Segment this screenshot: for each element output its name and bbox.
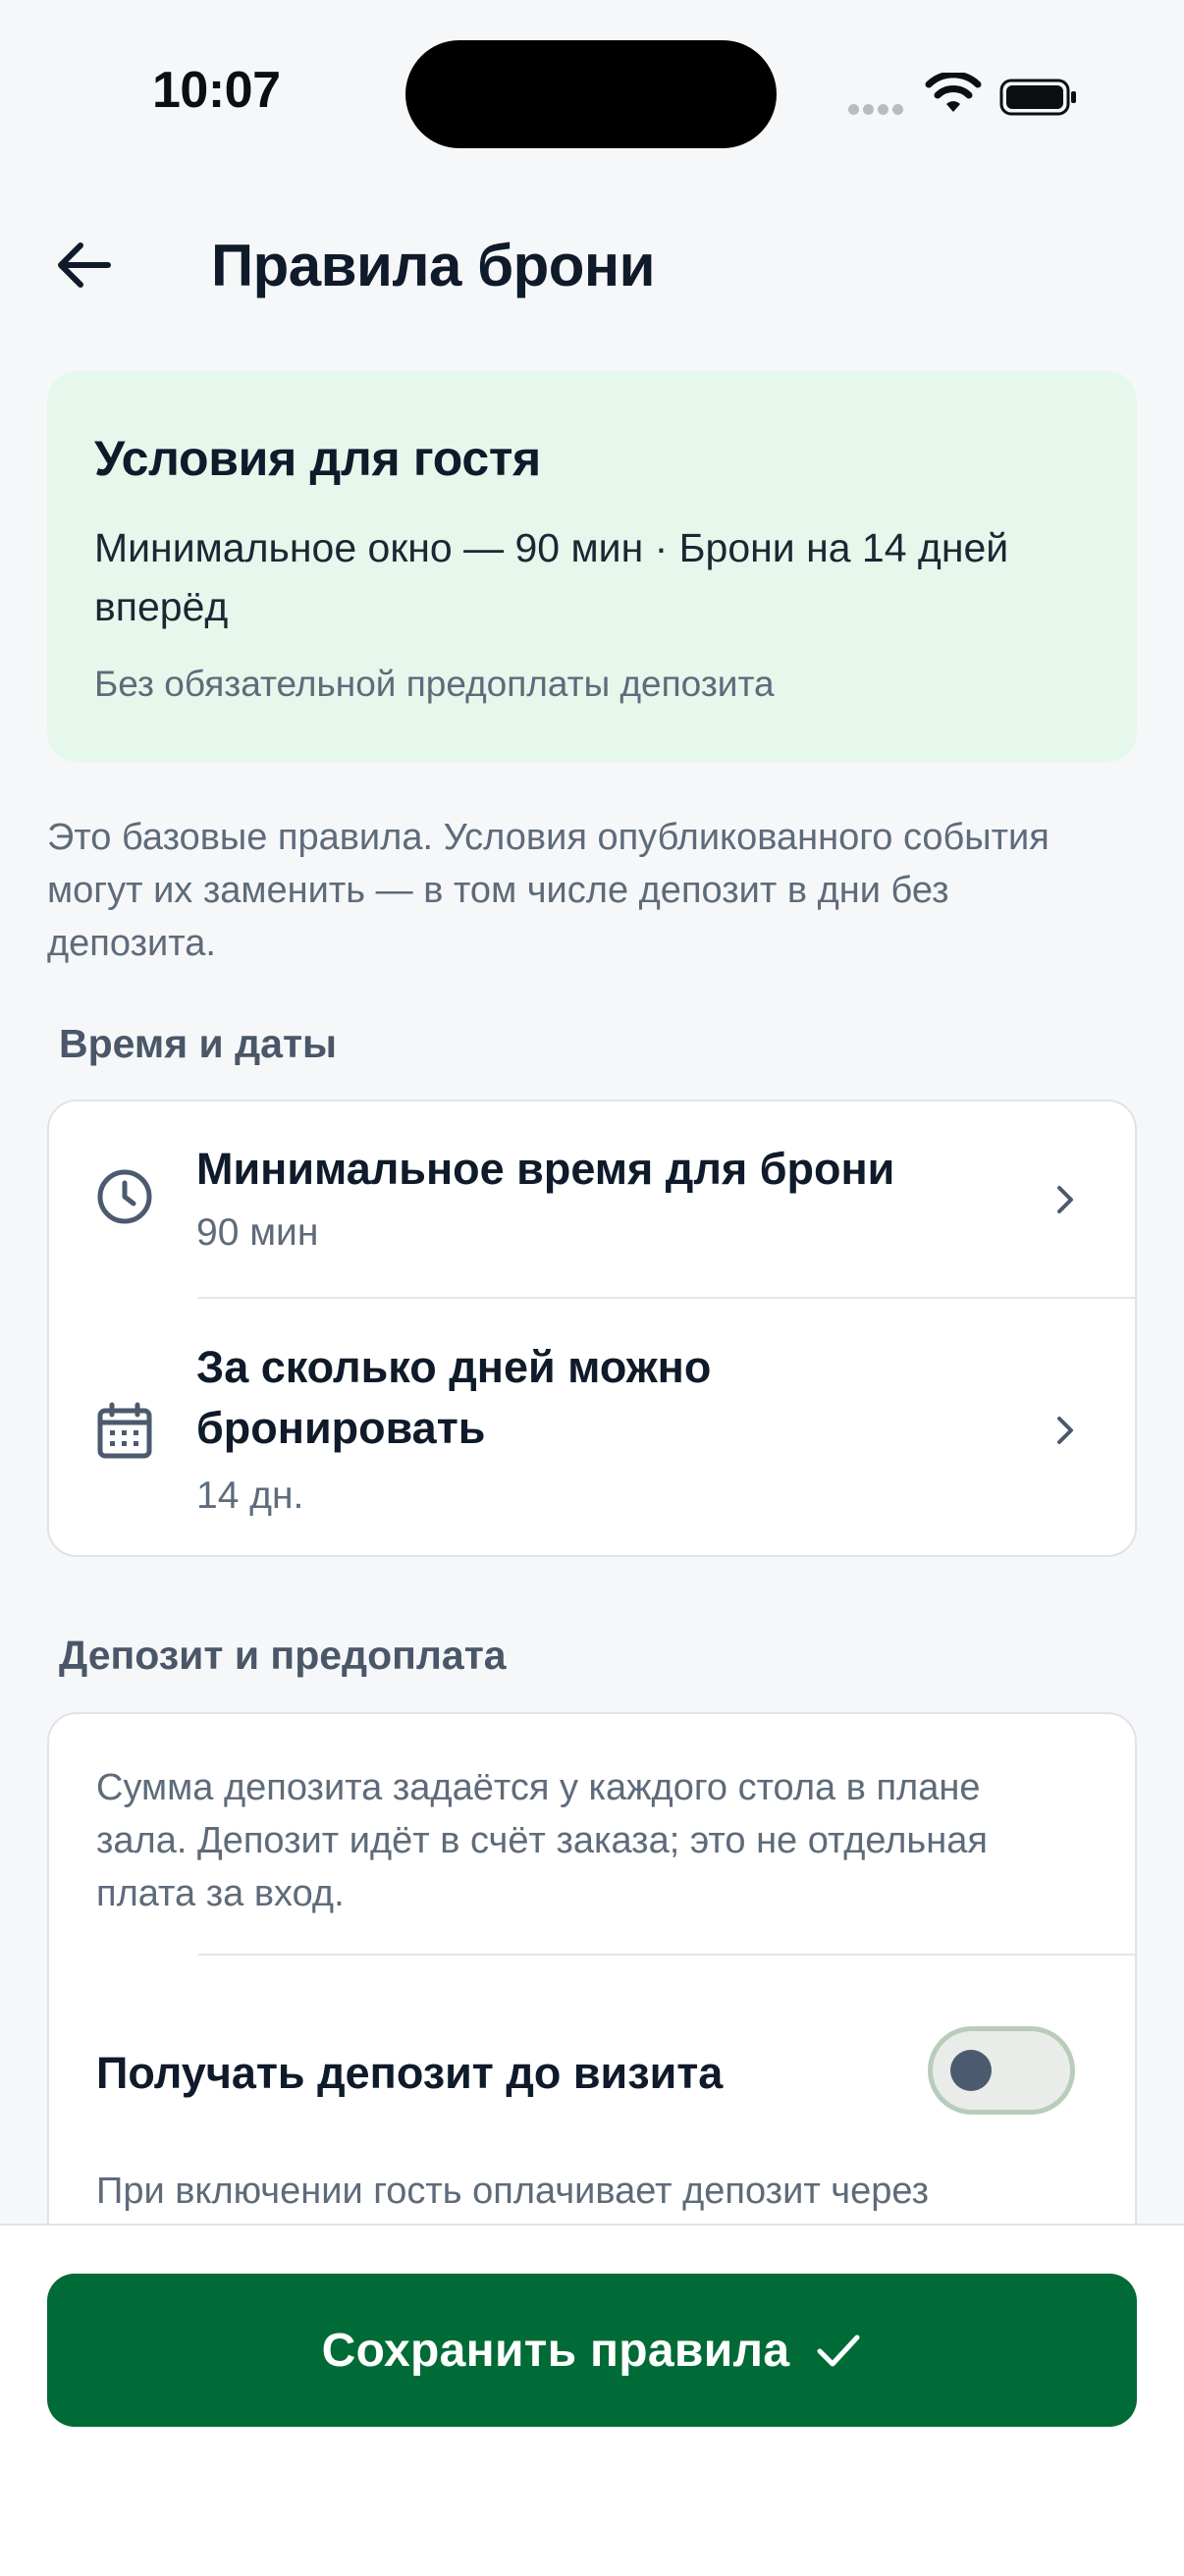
deposit-description: Сумма депозита задаётся у каждого стола …: [96, 1767, 988, 1914]
row-title: Минимальное время для брони: [196, 1144, 895, 1194]
cellular-signal-icon: [848, 102, 907, 118]
time-settings-card: Минимальное время для брони 90 мин За ск…: [47, 1100, 1137, 1557]
divider: [198, 1954, 1135, 1956]
calendar-icon: [97, 1402, 152, 1459]
info-text: Это базовые правила. Условия опубликован…: [47, 817, 1049, 964]
deposit-toggle-hint: При включении гость оплачивает депозит ч…: [96, 2171, 930, 2212]
row-value: 90 мин: [196, 1211, 319, 1254]
chevron-right-icon: [1057, 1417, 1073, 1444]
save-rules-button[interactable]: Сохранить правила: [47, 2274, 1137, 2427]
save-button-label: Сохранить правила: [321, 2324, 790, 2377]
row-title: За сколько дней можно бронировать: [196, 1342, 712, 1453]
chevron-right-icon: [1057, 1186, 1073, 1213]
divider: [198, 1297, 1135, 1299]
summary-note: Без обязательной предоплаты депозита: [94, 664, 775, 704]
deposit-toggle-label: Получать депозит до визита: [96, 2048, 724, 2098]
summary-main-text: Минимальное окно — 90 мин · Брони на 14 …: [94, 525, 1009, 629]
section-title-deposit: Депозит и предоплата: [59, 1633, 507, 1678]
row-value: 14 дн.: [196, 1475, 304, 1517]
deposit-toggle[interactable]: [928, 2026, 1075, 2115]
back-arrow-icon[interactable]: [49, 236, 118, 295]
dynamic-island: [405, 40, 777, 148]
section-title-time: Время и даты: [59, 1021, 338, 1066]
summary-title: Условия для гостя: [94, 431, 541, 486]
status-time: 10:07: [152, 62, 281, 119]
clock-icon: [97, 1169, 152, 1224]
page-title: Правила брони: [211, 233, 656, 298]
deposit-settings-card: Сумма депозита задаётся у каждого стола …: [47, 1712, 1137, 2242]
toggle-knob: [950, 2050, 992, 2091]
guest-conditions-card: Условия для гостя Минимальное окно — 90 …: [47, 371, 1137, 762]
wifi-icon: [925, 73, 982, 112]
battery-icon: [999, 79, 1076, 116]
checkmark-icon: [817, 2334, 860, 2367]
